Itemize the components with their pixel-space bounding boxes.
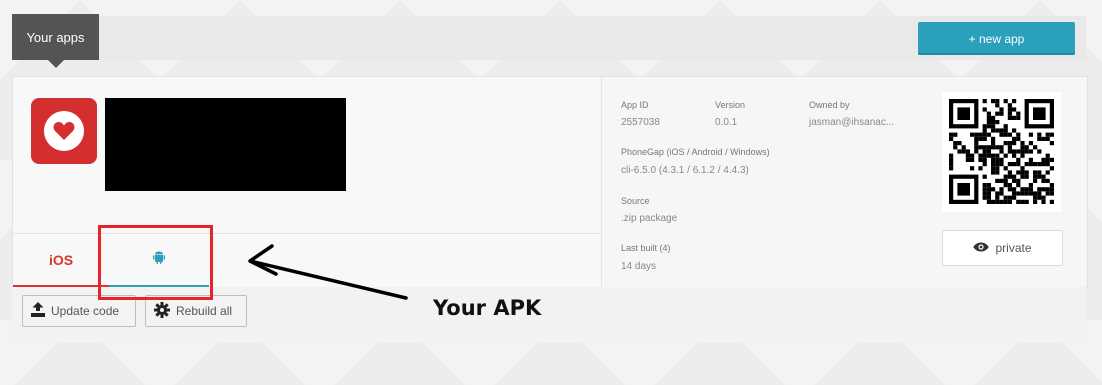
new-app-button[interactable]: + new app xyxy=(918,22,1075,55)
tab-android[interactable] xyxy=(109,234,209,287)
last-built-value: 14 days xyxy=(621,261,657,272)
phonegap-value: cli-6.5.0 (4.3.1 / 6.1.2 / 4.4.3) xyxy=(621,165,749,176)
app-id-value: 2557038 xyxy=(621,117,660,128)
redacted-app-name xyxy=(105,98,346,191)
version-value: 0.0.1 xyxy=(715,117,738,128)
eye-icon xyxy=(973,241,995,255)
app-id-label: App ID xyxy=(621,100,649,110)
annotation-label: Your APK xyxy=(433,296,542,320)
qr-column: private xyxy=(919,77,1087,287)
annotation-arrow xyxy=(248,244,408,300)
owner-label: Owned by xyxy=(809,100,850,110)
rebuild-all-label: Rebuild all xyxy=(176,304,233,318)
tab-ios[interactable]: iOS xyxy=(13,234,109,287)
heart-icon xyxy=(44,111,84,151)
app-icon[interactable] xyxy=(31,98,97,164)
gear-icon xyxy=(154,301,176,321)
update-code-button[interactable]: Update code xyxy=(22,295,136,327)
qr-code[interactable] xyxy=(942,92,1061,212)
phonegap-label: PhoneGap (iOS / Android / Windows) xyxy=(621,147,770,157)
tab-ios-label: iOS xyxy=(48,251,74,268)
rebuild-all-button[interactable]: Rebuild all xyxy=(145,295,247,327)
your-apps-label: Your apps xyxy=(26,29,85,45)
upload-icon xyxy=(31,302,51,320)
private-label: private xyxy=(995,241,1032,255)
qr-code-graphic xyxy=(949,99,1054,204)
private-button[interactable]: private xyxy=(942,230,1063,266)
source-label: Source xyxy=(621,196,650,206)
source-value: .zip package xyxy=(621,213,678,224)
owner-value: jasman@ihsanac... xyxy=(809,117,895,128)
new-app-label: + new app xyxy=(968,31,1025,46)
android-icon xyxy=(153,251,165,269)
action-bar: Update code Rebuild all xyxy=(12,287,1086,343)
your-apps-tab[interactable]: Your apps xyxy=(12,14,99,68)
app-card: iOS App ID 2557038 Version 0.0.1 Owned b… xyxy=(12,76,1088,288)
app-info: App ID 2557038 Version 0.0.1 Owned by ja… xyxy=(601,77,920,287)
update-code-label: Update code xyxy=(51,304,120,318)
last-built-label: Last built (4) xyxy=(621,243,671,253)
version-label: Version xyxy=(715,100,746,110)
